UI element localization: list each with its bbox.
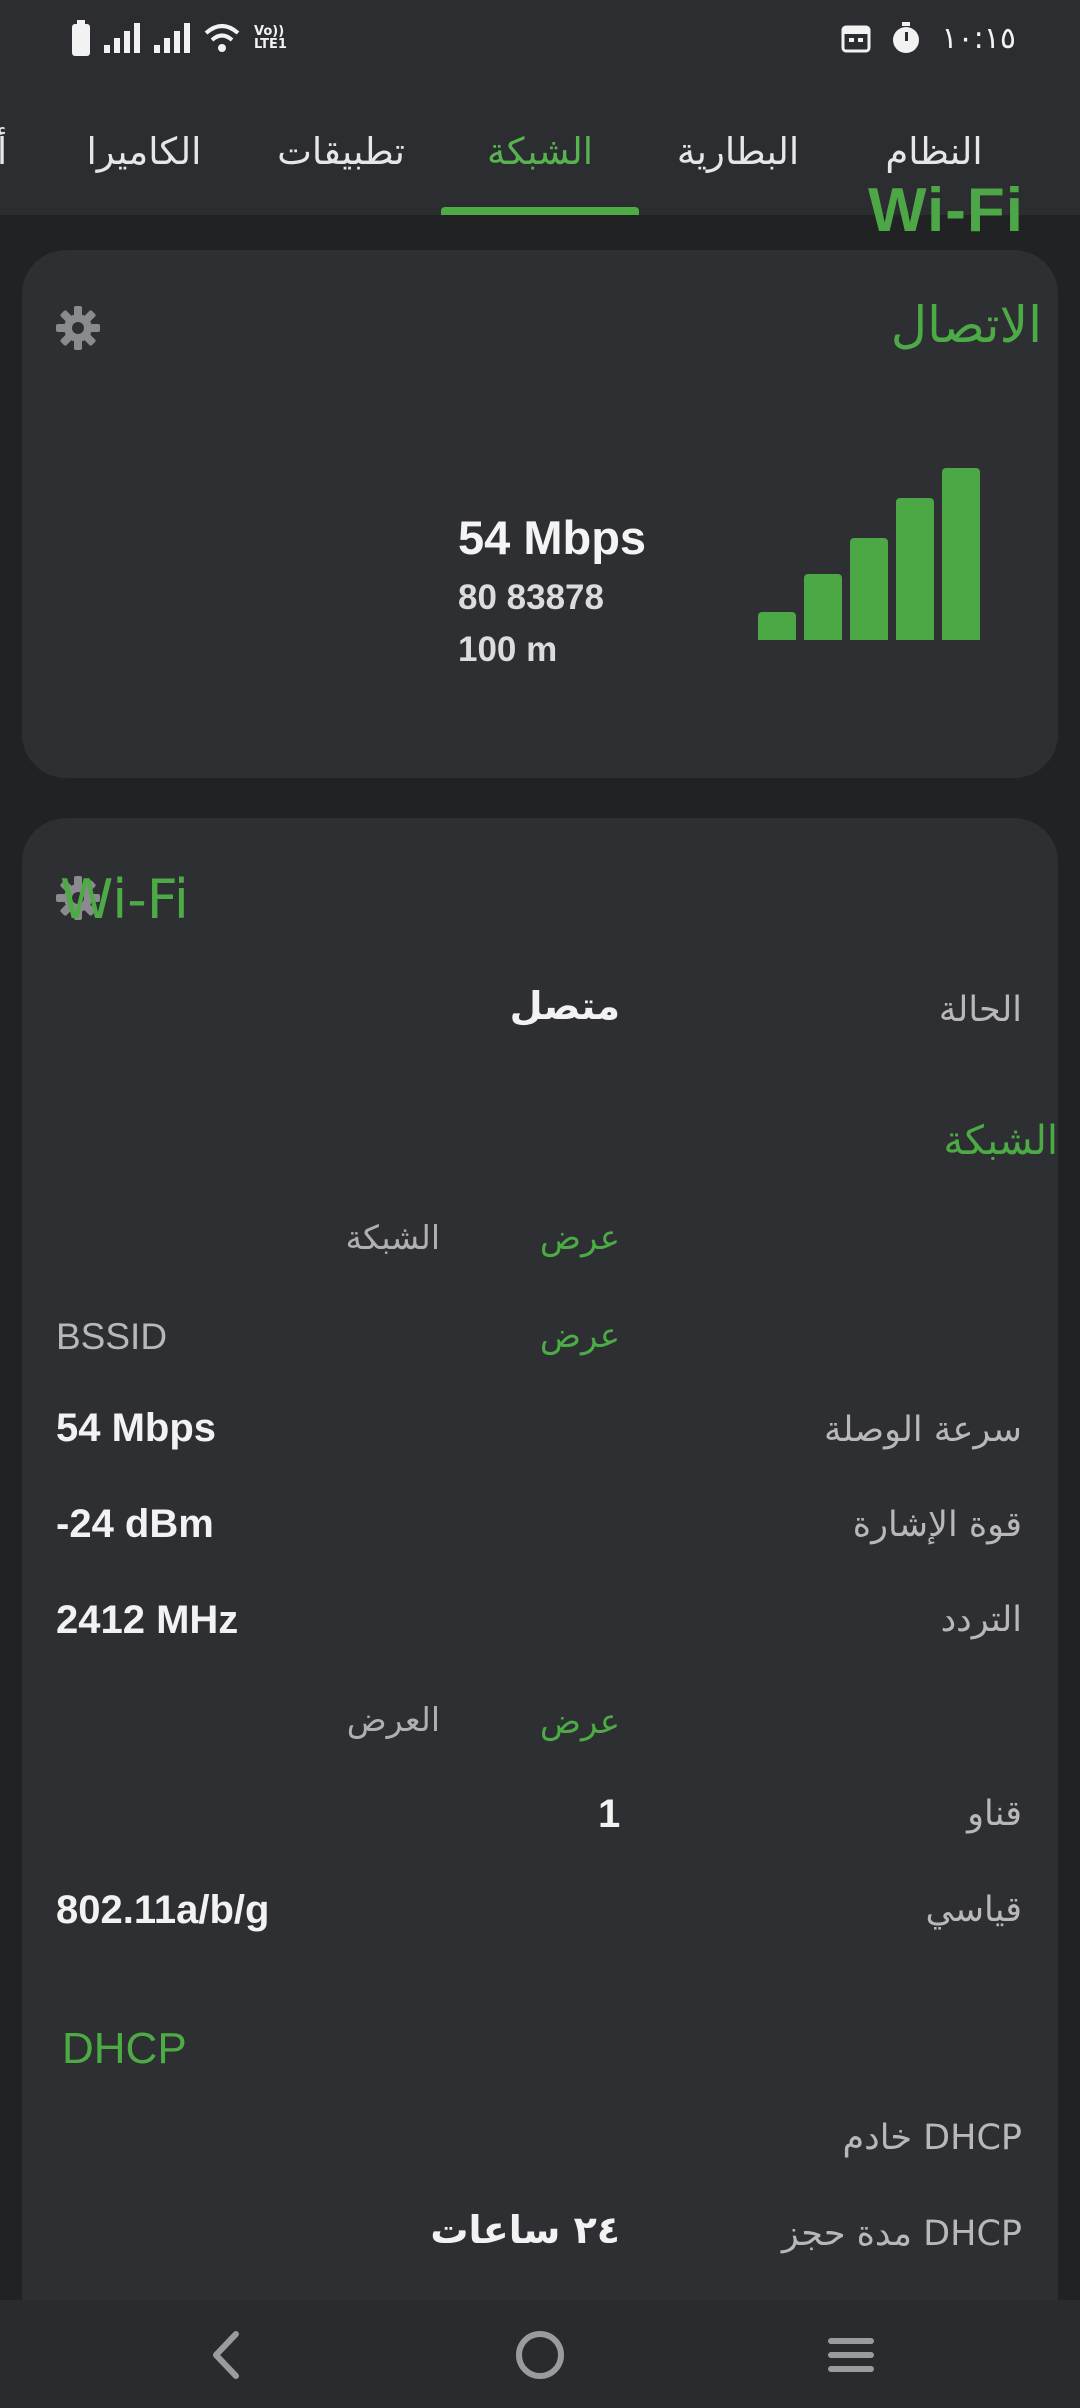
- calendar-icon: [841, 25, 871, 53]
- lte-line2: LTE1: [254, 37, 287, 52]
- wifi-card-title: Wi-Fi: [60, 868, 189, 931]
- dhcp-section-title: DHCP: [62, 2024, 187, 2073]
- width-show-link[interactable]: عرض: [540, 1702, 620, 1742]
- signal-icon: [104, 23, 140, 53]
- dhcp-server-label: خادم DHCP: [842, 2118, 1022, 2158]
- signal-bar: [850, 538, 888, 640]
- connection-card-title: الاتصال: [890, 296, 1042, 354]
- width-hidden-label: العرض: [346, 1700, 440, 1739]
- tab-apps[interactable]: تطبيقات: [277, 130, 405, 173]
- gear-icon[interactable]: [54, 304, 102, 352]
- signal-icon: [154, 23, 190, 53]
- bssid-label: BSSID: [56, 1316, 168, 1357]
- status-bar: Vo)) LTE1 ١٠:١٥: [0, 0, 1080, 78]
- lte-indicator: Vo)) LTE1: [254, 25, 287, 51]
- status-left: Vo)) LTE1: [72, 18, 287, 58]
- connection-speed: 54 Mbps: [458, 511, 647, 564]
- tab-indicator: [441, 207, 639, 215]
- connection-detail-2: 100 m: [458, 630, 558, 669]
- frequency-label: التردد: [940, 1600, 1022, 1640]
- status-right: ١٠:١٥: [841, 18, 1016, 58]
- channel-label: قناو: [967, 1794, 1022, 1834]
- tab-system[interactable]: النظام: [885, 130, 982, 173]
- back-icon[interactable]: [192, 2320, 262, 2390]
- frequency-value: 2412 MHz: [56, 1598, 239, 1642]
- network-show-link[interactable]: عرض: [540, 1218, 620, 1258]
- signal-bar: [942, 468, 980, 640]
- dhcp-lease-label: مدة حجز DHCP: [781, 2214, 1022, 2254]
- wifi-icon: [204, 24, 240, 52]
- dhcp-lease-value: ٢٤ ساعات: [430, 2208, 620, 2252]
- signal-bar: [804, 574, 842, 640]
- stopwatch-icon: [893, 22, 920, 53]
- screen: Vo)) LTE1 ١٠:١٥ النظام البطارية الشبكة ت…: [0, 0, 1080, 2408]
- signal-strength-label: قوة الإشارة: [852, 1505, 1022, 1545]
- tab-camera[interactable]: الكاميرا: [87, 130, 202, 173]
- status-value: متصل: [509, 984, 620, 1028]
- home-icon[interactable]: [505, 2320, 575, 2390]
- menu-icon[interactable]: [816, 2320, 886, 2390]
- standard-label: قياسي: [925, 1890, 1022, 1930]
- navigation-bar: [0, 2300, 1080, 2408]
- link-speed-label: سرعة الوصلة: [824, 1410, 1022, 1450]
- clock: ١٠:١٥: [941, 20, 1016, 56]
- bssid-show-link[interactable]: عرض: [540, 1316, 620, 1356]
- standard-value: 802.11a/b/g: [56, 1888, 270, 1932]
- link-speed-value: 54 Mbps: [56, 1406, 217, 1450]
- tab-network[interactable]: الشبكة: [487, 130, 593, 173]
- signal-bar: [758, 612, 796, 640]
- signal-strength-bars: [758, 440, 988, 640]
- tab-partial[interactable]: أ: [0, 130, 7, 173]
- battery-icon: [72, 20, 90, 56]
- signal-strength-value: -24 dBm: [56, 1502, 214, 1546]
- network-section-title: الشبكة: [943, 1118, 1058, 1164]
- signal-bar: [896, 498, 934, 640]
- status-label: الحالة: [938, 990, 1022, 1030]
- connection-detail-1: 80 83878: [458, 578, 604, 617]
- network-hidden-label: الشبكة: [345, 1218, 440, 1257]
- channel-value: 1: [598, 1792, 621, 1836]
- connection-type-label: Wi-Fi: [868, 176, 1024, 245]
- tab-battery[interactable]: البطارية: [677, 130, 799, 173]
